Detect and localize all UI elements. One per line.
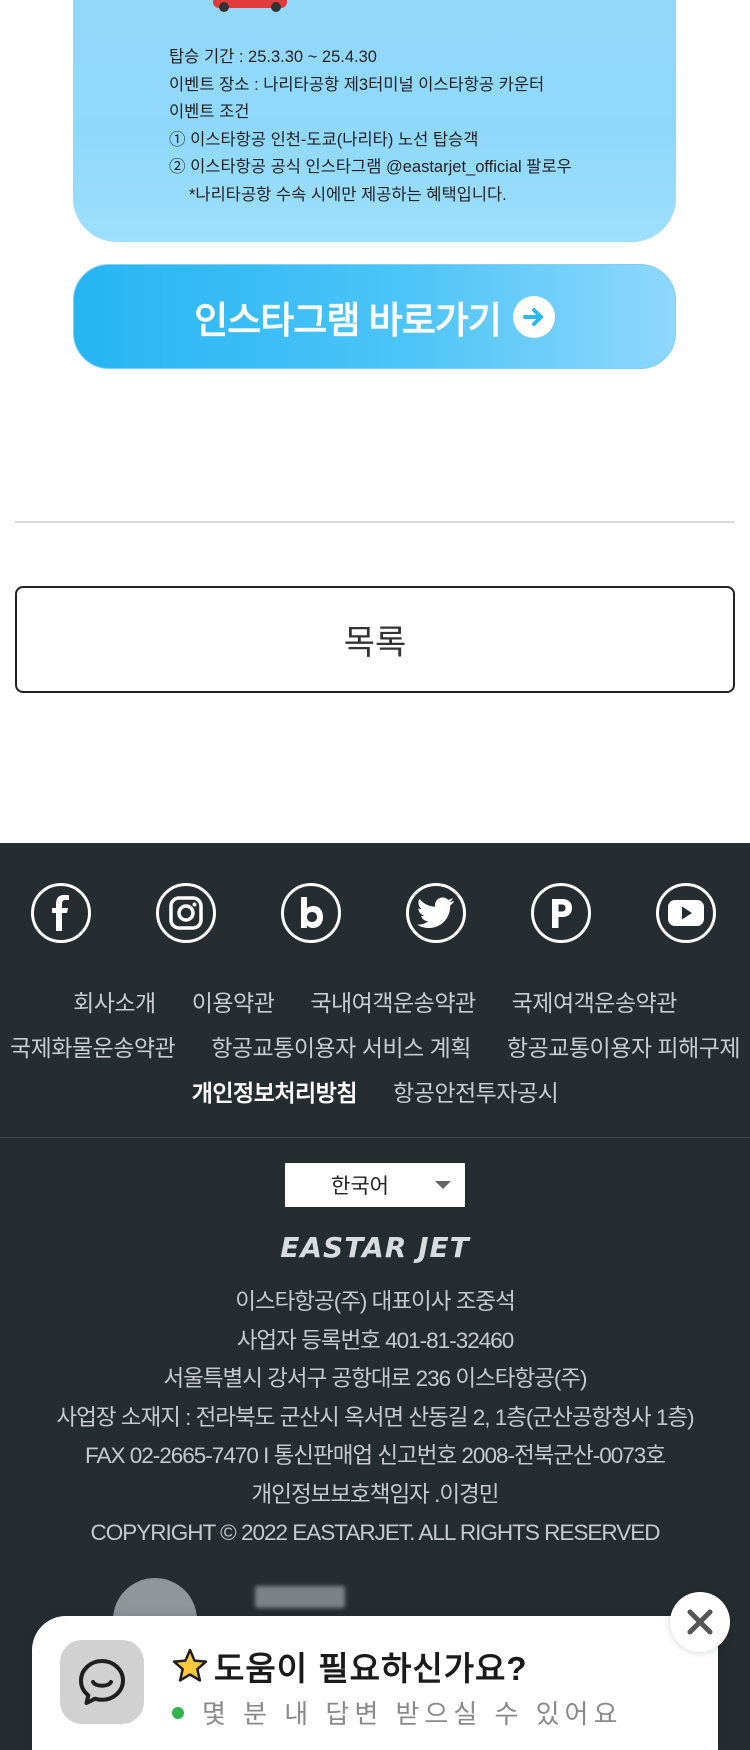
business-reg-number: 사업자 등록번호 401-81-32460 [236, 1327, 515, 1353]
site-footer: 회사소개 이용약관 국내여객운송약관 국제여객운송약관 국제화물운송약관 항공교… [0, 843, 750, 1750]
arrow-right-icon [512, 295, 555, 338]
footer-links: 회사소개 이용약관 국내여객운송약관 국제여객운송약관 국제화물운송약관 항공교… [0, 978, 750, 1113]
link-privacy-policy[interactable]: 개인정보처리방침 [192, 1074, 358, 1108]
link-international-carriage-terms[interactable]: 국제여객운송약관 [512, 984, 678, 1018]
link-service-plan[interactable]: 항공교통이용자 서비스 계획 [211, 1029, 471, 1063]
help-chat-widget[interactable]: 도움이 필요하신가요? 몇 분 내 답변 받으실 수 있어요 [32, 1616, 718, 1750]
link-domestic-carriage-terms[interactable]: 국내여객운송약관 [310, 984, 476, 1018]
chat-subtitle-text: 몇 분 내 답변 받으실 수 있어요 [202, 1699, 623, 1729]
company-address: 서울특별시 강서구 공항대로 236 이스타항공(주) [163, 1366, 587, 1391]
chat-title: 도움이 필요하신가요? [172, 1642, 528, 1690]
event-location: 이벤트 장소 : 나리타공항 제3터미널 이스타항공 카운터 [169, 75, 545, 94]
facebook-icon[interactable] [31, 883, 91, 943]
link-cargo-carriage-terms[interactable]: 국제화물운송약관 [10, 1029, 176, 1063]
event-condition-heading: 이벤트 조건 [169, 103, 250, 121]
content-divider [15, 521, 735, 523]
certification-text-blurred [255, 1586, 345, 1608]
link-terms-of-use[interactable]: 이용약관 [192, 984, 275, 1018]
star-icon [172, 1648, 208, 1682]
instagram-shortcut-button[interactable]: 인스타그램 바로가기 [73, 264, 676, 369]
privacy-officer: 개인정보보호책임자 .이경민 [251, 1481, 500, 1507]
company-ceo: 이스타항공(주) 대표이사 조중석 [235, 1289, 516, 1314]
fax-mail-order-number: FAX 02-2665-7470 I 통신판매업 신고번호 2008-전북군산-… [84, 1443, 666, 1468]
blog-icon[interactable] [281, 883, 341, 943]
event-note: *나리타공항 수속 시에만 제공하는 혜택입니다. [189, 185, 507, 204]
event-banner: 탑승 기간 : 25.3.30 ~ 25.4.30 이벤트 장소 : 나리타공항… [73, 0, 676, 242]
event-period: 탑승 기간 : 25.3.30 ~ 25.4.30 [169, 48, 377, 66]
footer-divider [0, 1137, 750, 1138]
online-status-dot [172, 1706, 184, 1719]
chat-bubble-icon [60, 1640, 144, 1724]
chat-title-text: 도움이 필요하신가요? [214, 1650, 528, 1687]
link-damage-relief[interactable]: 항공교통이용자 피해구제 [507, 1029, 741, 1063]
copyright: COPYRIGHT © 2022 EASTARJET. ALL RIGHTS R… [90, 1520, 661, 1545]
social-links [0, 883, 750, 945]
business-location: 사업장 소재지 : 전라북도 군산시 옥서면 산동길 2, 1층(군산공항청사 … [56, 1404, 694, 1430]
eastar-jet-logo: EASTAR JET [0, 1231, 750, 1264]
chat-subtitle: 몇 분 내 답변 받으실 수 있어요 [172, 1694, 622, 1731]
event-details: 탑승 기간 : 25.3.30 ~ 25.4.30 이벤트 장소 : 나리타공항… [169, 44, 669, 209]
instagram-shortcut-label: 인스타그램 바로가기 [194, 299, 502, 341]
link-company-intro[interactable]: 회사소개 [73, 984, 156, 1018]
chevron-down-icon [435, 1181, 451, 1189]
language-select[interactable]: 한국어 [285, 1163, 465, 1207]
language-select-value: 한국어 [331, 1175, 389, 1198]
twitter-icon[interactable] [406, 883, 466, 943]
company-info: 이스타항공(주) 대표이사 조중석 사업자 등록번호 401-81-32460 … [0, 1283, 750, 1553]
link-safety-investment[interactable]: 항공안전투자공시 [393, 1074, 559, 1108]
chat-close-button[interactable] [670, 1592, 730, 1652]
youtube-icon[interactable] [656, 883, 716, 943]
bus-illustration [213, 0, 287, 12]
instagram-icon[interactable] [156, 883, 216, 943]
close-icon [687, 1609, 713, 1635]
list-button[interactable]: 목록 [15, 586, 735, 693]
event-condition-2: ② 이스타항공 공식 인스타그램 @eastarjet_official 팔로우 [169, 158, 572, 176]
post-icon[interactable] [531, 883, 591, 943]
event-condition-1: ① 이스타항공 인천-도쿄(나리타) 노선 탑승객 [169, 130, 479, 149]
logo-text: EASTAR JET [280, 1231, 470, 1264]
